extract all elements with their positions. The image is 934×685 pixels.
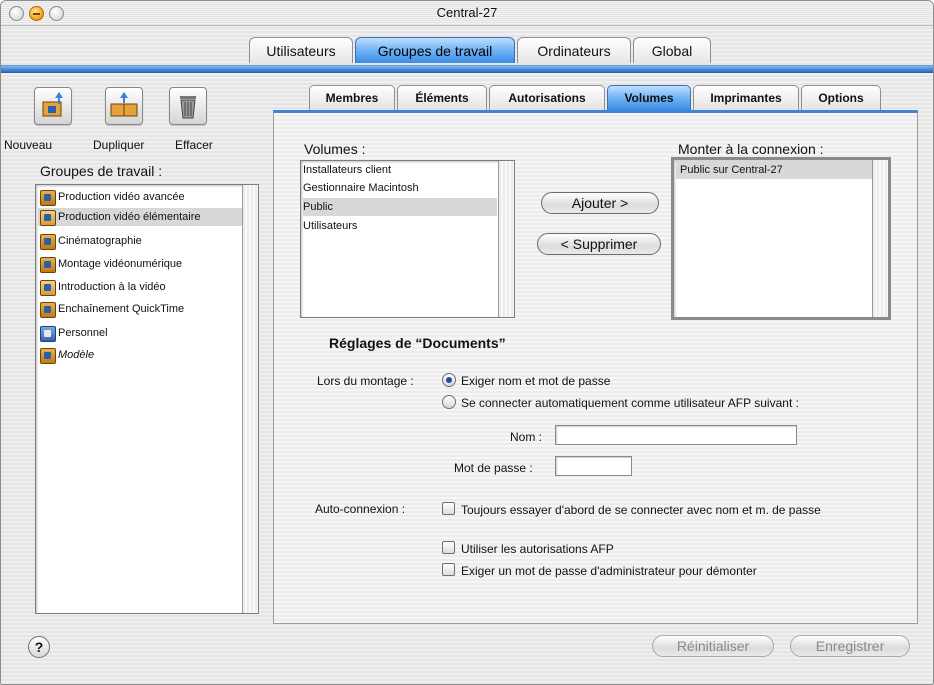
list-item[interactable]: Utilisateurs [303, 217, 497, 235]
workgroup-icon [40, 190, 56, 206]
name-label: Nom : [510, 430, 543, 444]
password-field[interactable] [555, 456, 632, 476]
workgroup-icon [40, 348, 56, 364]
top-tab-bar: Utilisateurs Groupes de travail Ordinate… [1, 37, 933, 67]
window-title: Central-27 [436, 5, 498, 20]
try-first-checkbox[interactable] [442, 502, 455, 515]
on-mount-label: Lors du montage : [317, 374, 414, 388]
list-item[interactable]: Personnel [38, 324, 242, 342]
tab-volumes[interactable]: Volumes [607, 85, 691, 110]
title-bar: Central-27 [1, 1, 933, 26]
tab-accent-band [1, 65, 933, 73]
add-button[interactable]: Ajouter > [541, 192, 659, 214]
remove-button[interactable]: < Supprimer [537, 233, 661, 255]
duplicate-label: Dupliquer [93, 138, 145, 152]
mount-scrollbar[interactable] [872, 160, 888, 317]
mount-list[interactable]: Public sur Central-27 [671, 157, 891, 320]
volumes-label: Volumes : [304, 141, 366, 157]
list-item[interactable]: Montage vidéonumérique [38, 255, 242, 273]
minimize-button[interactable] [29, 6, 44, 21]
save-button[interactable]: Enregistrer [790, 635, 910, 657]
close-button[interactable] [9, 6, 24, 21]
tab-global[interactable]: Global [633, 37, 711, 63]
tab-options[interactable]: Options [801, 85, 881, 110]
delete-button[interactable] [169, 87, 207, 125]
new-workgroup-icon [42, 92, 63, 117]
list-item[interactable]: Introduction à la vidéo [38, 278, 242, 296]
list-item[interactable]: Production vidéo élémentaire [38, 208, 242, 226]
list-item[interactable]: Enchaînement QuickTime [38, 300, 242, 318]
tab-elements[interactable]: Éléments [397, 85, 487, 110]
workgroup-icon [40, 280, 56, 296]
workgroup-icon [40, 257, 56, 273]
duplicate-button[interactable] [105, 87, 143, 125]
list-item[interactable]: Installateurs client [303, 161, 497, 179]
duplicate-icon [110, 92, 138, 117]
volumes-list[interactable]: Installateurs client Gestionnaire Macint… [300, 160, 515, 318]
workgroup-icon [40, 302, 56, 318]
name-field[interactable] [555, 425, 797, 445]
admin-password-checkbox[interactable] [442, 563, 455, 576]
password-label: Mot de passe : [454, 461, 533, 475]
settings-title: Réglages de “Documents” [329, 335, 506, 351]
help-button[interactable]: ? [28, 636, 50, 658]
app-window: Central-27 Utilisateurs Groupes de trava… [0, 0, 934, 685]
volumes-panel: Volumes : Installateurs client Gestionna… [273, 110, 918, 624]
workgroup-icon [40, 326, 56, 342]
trash-icon [180, 96, 196, 119]
require-password-label: Exiger nom et mot de passe [461, 374, 611, 388]
list-item[interactable]: Gestionnaire Macintosh [303, 179, 497, 197]
afp-privileges-checkbox[interactable] [442, 541, 455, 554]
list-item[interactable]: Public sur Central-27 [676, 161, 873, 179]
auto-login-radio[interactable] [442, 395, 456, 409]
workgroups-scrollbar[interactable] [242, 185, 258, 613]
require-password-radio[interactable] [442, 373, 456, 387]
tab-imprimantes[interactable]: Imprimantes [693, 85, 799, 110]
zoom-button[interactable] [49, 6, 64, 21]
delete-label: Effacer [175, 138, 213, 152]
list-item[interactable]: Modèle [38, 346, 242, 364]
list-item[interactable]: Public [303, 198, 497, 216]
volumes-scrollbar[interactable] [498, 161, 514, 317]
tab-membres[interactable]: Membres [309, 85, 395, 110]
admin-password-label: Exiger un mot de passe d'administrateur … [461, 564, 757, 578]
tab-autorisations[interactable]: Autorisations [489, 85, 605, 110]
try-first-label: Toujours essayer d'abord de se connecter… [461, 503, 821, 517]
afp-privileges-label: Utiliser les autorisations AFP [461, 542, 614, 556]
list-item[interactable]: Production vidéo avancée [38, 188, 242, 206]
auto-login-label: Se connecter automatiquement comme utili… [461, 396, 799, 410]
mount-label: Monter à la connexion : [678, 141, 824, 157]
autoconnect-label: Auto-connexion : [315, 502, 406, 516]
new-label: Nouveau [4, 138, 53, 152]
new-workgroup-button[interactable] [34, 87, 72, 125]
list-item[interactable]: Cinématographie [38, 232, 242, 250]
workgroups-header: Groupes de travail : [40, 163, 163, 179]
tab-groupes-de-travail[interactable]: Groupes de travail [355, 37, 515, 63]
tab-ordinateurs[interactable]: Ordinateurs [517, 37, 631, 63]
workgroups-list[interactable]: Production vidéo avancée Production vidé… [35, 184, 259, 614]
revert-button[interactable]: Réinitialiser [652, 635, 774, 657]
tab-utilisateurs[interactable]: Utilisateurs [249, 37, 353, 63]
workgroup-icon [40, 210, 56, 226]
workgroup-icon [40, 234, 56, 250]
